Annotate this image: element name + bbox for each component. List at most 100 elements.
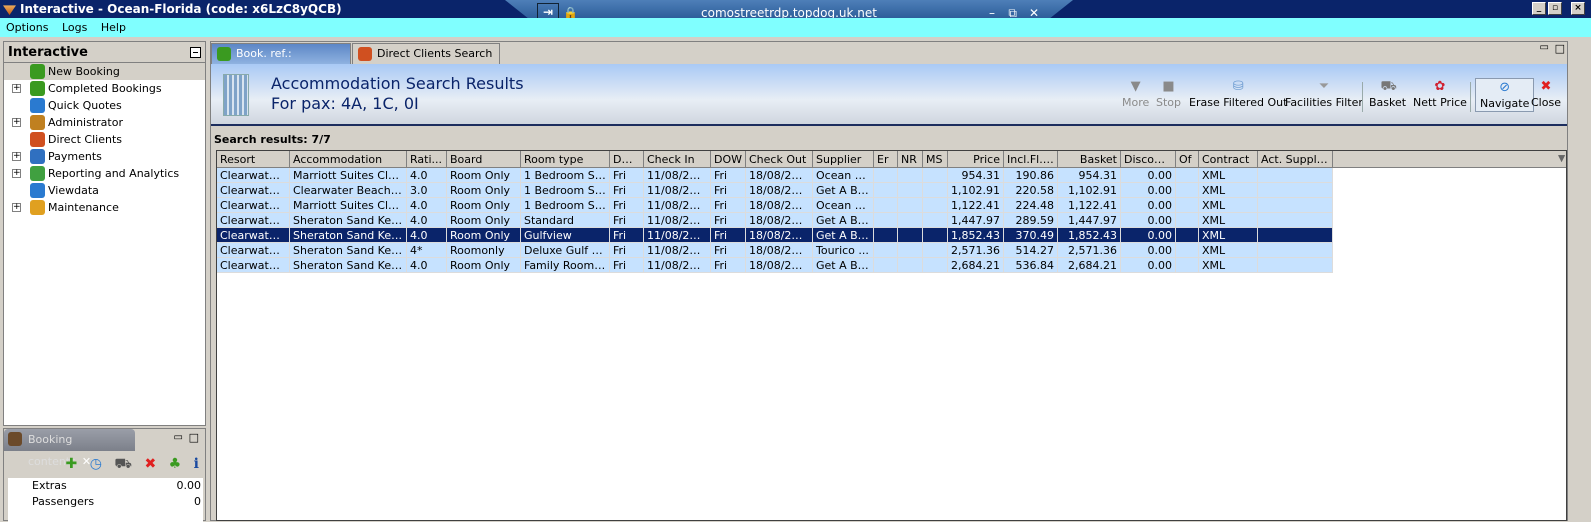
column-header[interactable]: Basket <box>1058 151 1121 168</box>
table-cell: 954.31 <box>1058 168 1121 183</box>
column-header[interactable]: NR <box>898 151 923 168</box>
sidebar-item-direct-clients[interactable]: Direct Clients <box>4 131 205 148</box>
minimize-panel-icon[interactable]: ▭ <box>174 432 183 443</box>
delete-icon[interactable]: ✖ <box>144 456 156 472</box>
column-header[interactable]: Accommodation <box>290 151 407 168</box>
menu-help[interactable]: Help <box>101 21 126 34</box>
search-results-count: Search results: 7/7 <box>214 133 331 146</box>
expand-icon[interactable]: + <box>12 84 21 93</box>
button-label: Nett Price <box>1413 96 1467 109</box>
table-cell: 536.84 <box>1004 258 1058 273</box>
nett-price-button[interactable]: ✿ Nett Price <box>1413 80 1467 114</box>
column-header[interactable]: Act. Supplier <box>1258 151 1333 168</box>
table-cell: 1,102.91 <box>948 183 1004 198</box>
sidebar-item-payments[interactable]: + Payments <box>4 148 205 165</box>
table-cell <box>1258 258 1333 273</box>
table-row[interactable]: Clearwater ... Sheraton Sand Key R... 4.0 R… <box>217 213 1566 228</box>
table-cell <box>1176 183 1199 198</box>
close-button[interactable]: ✖ Close <box>1531 80 1561 114</box>
more-button[interactable]: ▼ More <box>1122 80 1149 114</box>
column-header[interactable]: Incl.Fl.PP <box>1004 151 1058 168</box>
stop-button[interactable]: ■ Stop <box>1156 80 1181 114</box>
item-icon <box>30 183 45 198</box>
minimize-panel-icon[interactable]: ▭ <box>1540 42 1549 53</box>
button-label: Facilities Filter <box>1285 96 1363 109</box>
table-cell: 0.00 <box>1121 228 1176 243</box>
sidebar-item-completed-bookings[interactable]: + Completed Bookings <box>4 80 205 97</box>
column-header[interactable]: MS <box>923 151 948 168</box>
sort-icon[interactable]: ▼ <box>1558 151 1565 168</box>
sidebar-item-quick-quotes[interactable]: Quick Quotes <box>4 97 205 114</box>
column-header[interactable]: Resort <box>217 151 290 168</box>
column-header[interactable]: Supplier <box>813 151 874 168</box>
palm-icon[interactable]: ♣ <box>169 456 182 472</box>
menu-options[interactable]: Options <box>6 21 48 34</box>
tab-booking[interactable]: Book. ref.: <none>✕ <box>211 43 351 80</box>
sidebar-item-label: Payments <box>48 150 102 163</box>
basket-button[interactable]: ⛟ Basket <box>1369 80 1406 114</box>
table-row[interactable]: Clearwater ... Marriott Suites Clear... 4.… <box>217 198 1566 213</box>
sidebar-item-label: Maintenance <box>48 201 119 214</box>
table-row[interactable]: Clearwater ... Sheraton Sand Key R... 4.0 R… <box>217 228 1566 243</box>
maximize-panel-icon[interactable]: □ <box>1555 42 1565 55</box>
column-header[interactable]: Of <box>1176 151 1199 168</box>
restore-button[interactable]: ▫ <box>1548 2 1562 15</box>
expand-icon[interactable]: + <box>12 118 21 127</box>
table-cell <box>923 258 948 273</box>
table-row[interactable]: Clearwater ... Sheraton Sand Key R... 4* Ro… <box>217 243 1566 258</box>
table-cell: Clearwater ... <box>217 213 290 228</box>
column-header[interactable]: DOW <box>711 151 746 168</box>
column-header[interactable]: Rati... <box>407 151 447 168</box>
table-cell <box>1258 228 1333 243</box>
table-cell <box>898 243 923 258</box>
clock-icon[interactable]: ◷ <box>90 456 102 472</box>
navigate-button[interactable]: ⊘ Navigate <box>1475 78 1535 112</box>
basket-transfer-icon[interactable]: ⛟ <box>114 456 132 472</box>
expand-icon[interactable]: + <box>12 203 21 212</box>
row-value: 0 <box>194 495 201 508</box>
column-header[interactable]: Price <box>948 151 1004 168</box>
table-row[interactable]: Clearwater ... Sheraton Sand Key R... 4.0 R… <box>217 258 1566 273</box>
table-row[interactable]: Clearwater ... Marriott Suites Clear... 4.… <box>217 168 1566 183</box>
column-header[interactable]: Room type <box>521 151 610 168</box>
table-row[interactable]: Clearwater ...Clearwater Beach Ma...3.0R… <box>217 183 1566 198</box>
column-header[interactable]: Check In <box>644 151 711 168</box>
palm-icon <box>217 47 231 61</box>
navigation-panel-header: Interactive <box>4 42 205 63</box>
column-header[interactable]: Contract <box>1199 151 1258 168</box>
table-cell: 3.0 <box>407 183 447 198</box>
table-cell: Sheraton Sand Key R... <box>290 243 407 258</box>
facilities-filter-button[interactable]: ⏷ Facilities Filter <box>1285 80 1363 114</box>
erase-filtered-out-button[interactable]: ⛁ Erase Filtered Out <box>1189 80 1287 114</box>
maximize-panel-icon[interactable]: □ <box>189 431 199 444</box>
column-header[interactable]: Discount <box>1121 151 1176 168</box>
expand-icon[interactable]: + <box>12 169 21 178</box>
table-cell: 18/08/2017 <box>746 243 813 258</box>
booking-contents-tab[interactable]: Booking contents ✕ <box>4 429 135 468</box>
collapse-button[interactable] <box>190 47 201 58</box>
nett-price-icon: ✿ <box>1434 79 1446 94</box>
column-header[interactable]: DOW <box>610 151 644 168</box>
table-cell: Clearwater ... <box>217 168 290 183</box>
info-icon[interactable]: i <box>194 456 199 472</box>
sidebar-item-viewdata[interactable]: Viewdata <box>4 182 205 199</box>
table-cell: Room Only <box>447 183 521 198</box>
column-header[interactable]: Er <box>874 151 898 168</box>
close-window-button[interactable]: × <box>1571 2 1585 15</box>
column-header[interactable]: Board <box>447 151 521 168</box>
tab-direct-clients-search[interactable]: Direct Clients Search <box>352 43 500 64</box>
sidebar-item-new-booking[interactable]: New Booking <box>4 63 205 80</box>
table-cell <box>1176 168 1199 183</box>
table-cell: Sheraton Sand Key R... <box>290 213 407 228</box>
sidebar-item-administrator[interactable]: + Administrator <box>4 114 205 131</box>
column-header[interactable]: Check Out <box>746 151 813 168</box>
sidebar-item-maintenance[interactable]: + Maintenance <box>4 199 205 216</box>
table-cell: Standard <box>521 213 610 228</box>
minimize-button[interactable]: _ <box>1532 2 1546 15</box>
expand-icon[interactable]: + <box>12 152 21 161</box>
booking-row-passengers: Passengers 0 <box>8 494 203 510</box>
sidebar-item-reporting-and-analytics[interactable]: + Reporting and Analytics <box>4 165 205 182</box>
add-icon[interactable]: ✚ <box>66 456 78 472</box>
menu-logs[interactable]: Logs <box>62 21 87 34</box>
tab-label: Direct Clients Search <box>377 47 493 60</box>
